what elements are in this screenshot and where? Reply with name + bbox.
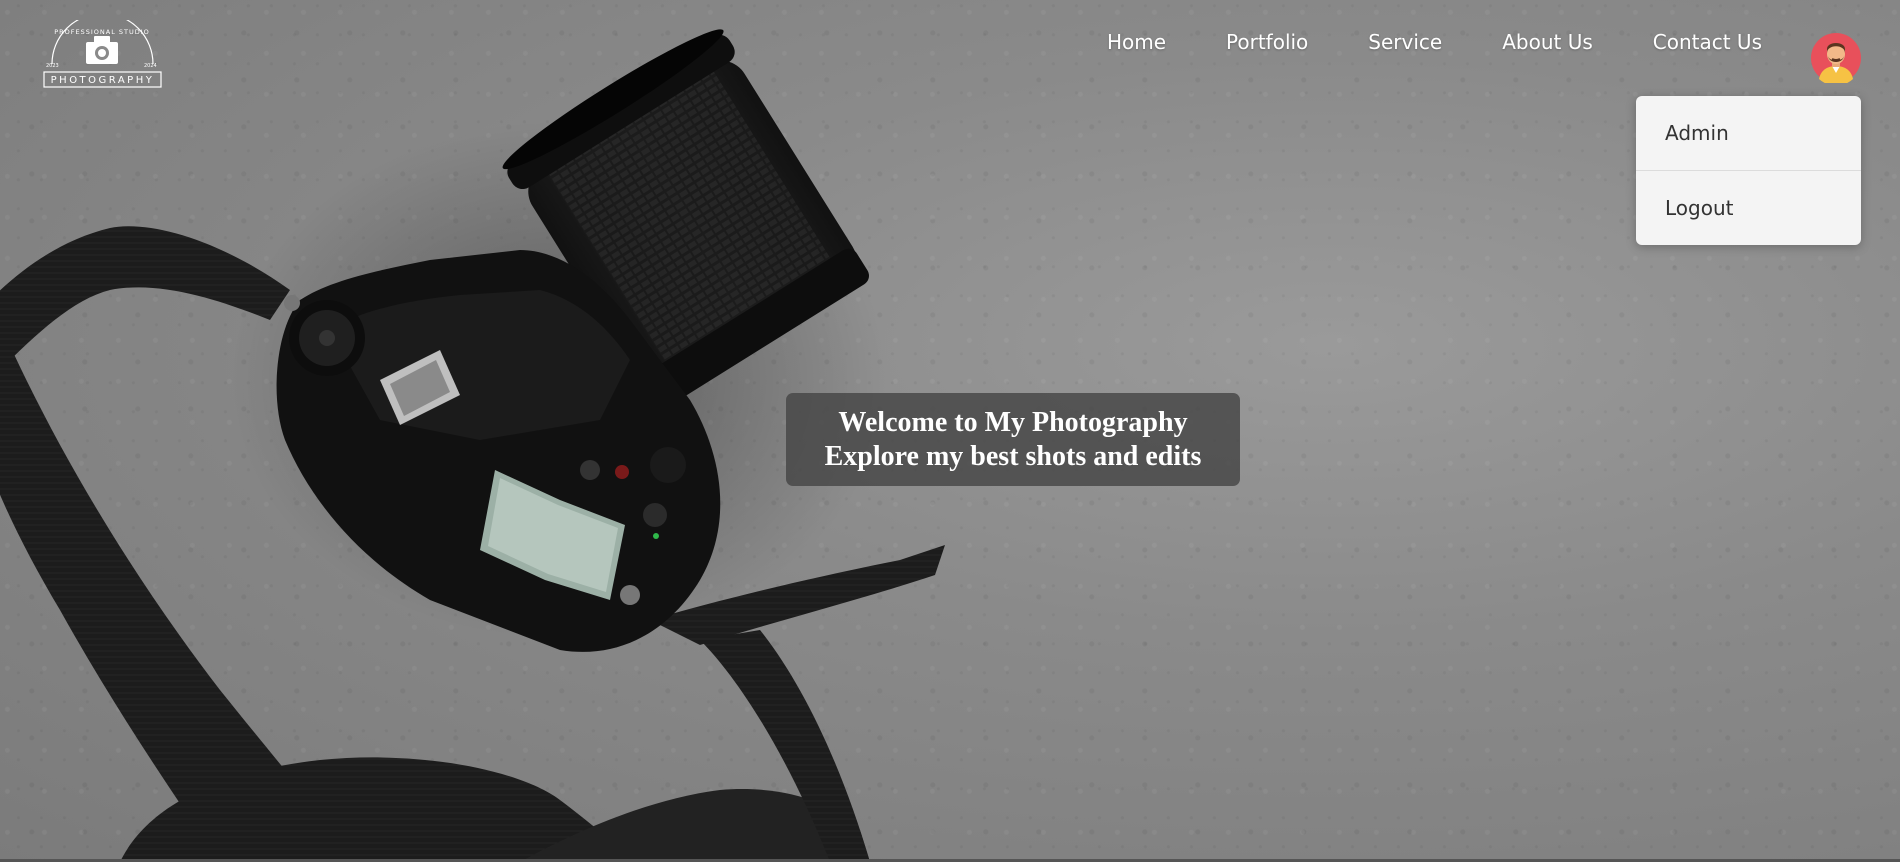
hero-welcome-box: Welcome to My Photography Explore my bes… bbox=[786, 393, 1240, 486]
menu-item-logout[interactable]: Logout bbox=[1636, 170, 1861, 245]
logo-arc-text: PROFESSIONAL STUDIO bbox=[54, 28, 150, 36]
nav-home-link[interactable]: Home bbox=[1107, 30, 1166, 54]
camera-icon bbox=[86, 36, 118, 64]
user-avatar[interactable] bbox=[1811, 33, 1861, 83]
nav-portfolio-link[interactable]: Portfolio bbox=[1226, 30, 1308, 54]
logo-right-year: 2024 bbox=[144, 63, 157, 69]
main-nav: Home Portfolio Service About Us Contact … bbox=[1107, 30, 1762, 54]
logo-left-year: 2023 bbox=[46, 63, 59, 69]
hero-title: Welcome to My Photography bbox=[838, 406, 1188, 438]
nav-service-link[interactable]: Service bbox=[1368, 30, 1442, 54]
logo-wordmark: PHOTOGRAPHY bbox=[51, 75, 155, 86]
hero-subtitle: Explore my best shots and edits bbox=[824, 440, 1202, 472]
nav-about-link[interactable]: About Us bbox=[1502, 30, 1593, 54]
nav-contact-link[interactable]: Contact Us bbox=[1653, 30, 1762, 54]
user-dropdown-menu: Admin Logout bbox=[1636, 96, 1861, 245]
landing-page: PROFESSIONAL STUDIO 2023 2024 PHOTOGRAPH… bbox=[0, 0, 1900, 862]
menu-item-admin[interactable]: Admin bbox=[1636, 96, 1861, 170]
studio-logo[interactable]: PROFESSIONAL STUDIO 2023 2024 PHOTOGRAPH… bbox=[40, 20, 165, 92]
